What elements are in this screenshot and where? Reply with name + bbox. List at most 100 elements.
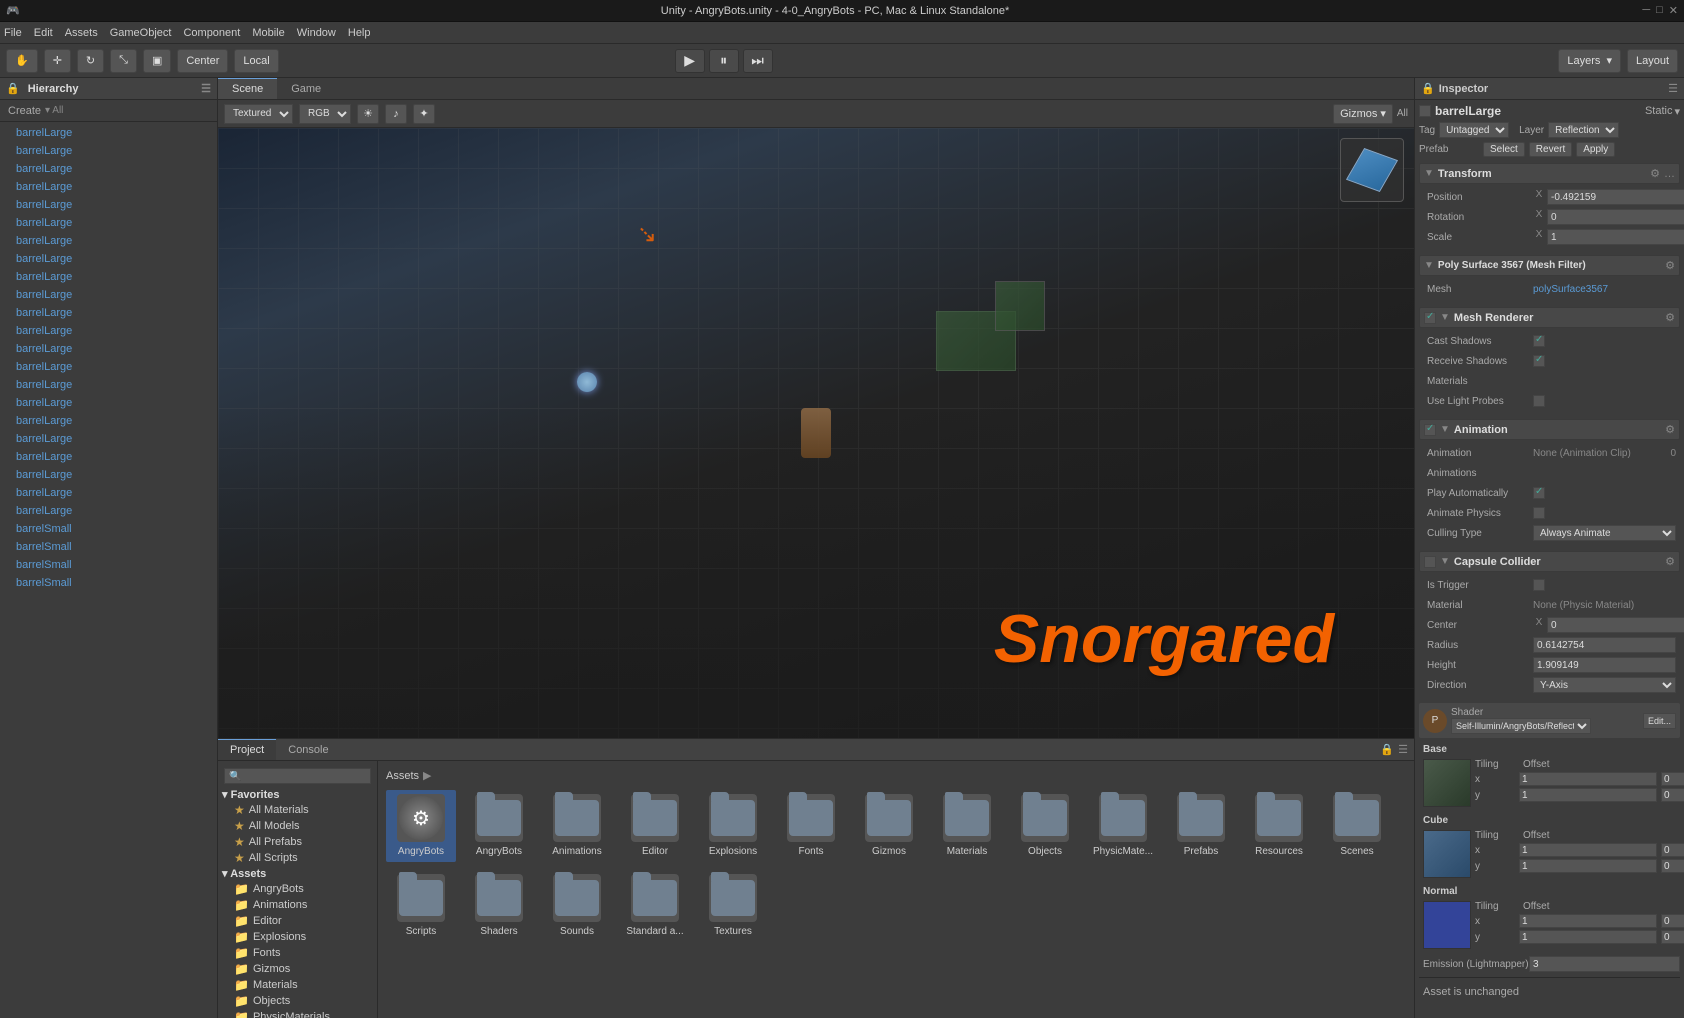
- pos-x-field[interactable]: [1547, 189, 1684, 205]
- hierarchy-list-item[interactable]: barrelLarge: [0, 484, 217, 502]
- project-favorites-header[interactable]: ▾ Favorites: [218, 787, 377, 802]
- close-btn[interactable]: ✕: [1669, 4, 1678, 17]
- layer-select[interactable]: Reflection: [1548, 122, 1619, 138]
- menu-help[interactable]: Help: [348, 27, 371, 39]
- asset-grid-item[interactable]: Scripts: [386, 870, 456, 942]
- game-tab[interactable]: Game: [277, 78, 335, 99]
- cube-tile-y[interactable]: [1519, 859, 1657, 873]
- asset-grid-item[interactable]: ⚙ AngryBots: [386, 790, 456, 862]
- scene-gizmo-cube[interactable]: [1340, 138, 1404, 202]
- project-tab[interactable]: Project: [218, 739, 276, 760]
- menu-gameobject[interactable]: GameObject: [110, 27, 172, 39]
- cast-shadows-checkbox[interactable]: [1533, 335, 1545, 347]
- asset-grid-item[interactable]: PhysicMate...: [1088, 790, 1158, 862]
- color-mode-select[interactable]: RGB: [299, 104, 351, 124]
- object-enabled-checkbox[interactable]: [1419, 105, 1431, 117]
- animation-component-header[interactable]: ▼ Animation ⚙: [1419, 419, 1680, 440]
- inspector-menu-icon[interactable]: ☰: [1668, 82, 1678, 95]
- hierarchy-list-item[interactable]: barrelSmall: [0, 556, 217, 574]
- prefab-apply-btn[interactable]: Apply: [1576, 142, 1615, 157]
- move-tool-btn[interactable]: ✛: [44, 49, 71, 73]
- hierarchy-list-item[interactable]: barrelLarge: [0, 142, 217, 160]
- use-light-probes-checkbox[interactable]: [1533, 395, 1545, 407]
- mesh-filter-header[interactable]: ▼ Poly Surface 3567 (Mesh Filter) ⚙: [1419, 255, 1680, 276]
- minimize-btn[interactable]: ─: [1642, 4, 1650, 17]
- is-trigger-checkbox[interactable]: [1533, 579, 1545, 591]
- render-mode-select[interactable]: Textured: [224, 104, 293, 124]
- project-tree-item[interactable]: 📁Fonts: [218, 945, 377, 961]
- hierarchy-list-item[interactable]: barrelLarge: [0, 322, 217, 340]
- base-texture-thumb[interactable]: [1423, 759, 1471, 807]
- asset-grid-item[interactable]: Animations: [542, 790, 612, 862]
- cube-tile-x[interactable]: [1519, 843, 1657, 857]
- menu-window[interactable]: Window: [297, 27, 336, 39]
- mesh-filter-settings-icon[interactable]: ⚙: [1665, 259, 1675, 272]
- receive-shadows-checkbox[interactable]: [1533, 355, 1545, 367]
- mesh-renderer-settings-icon[interactable]: ⚙: [1665, 311, 1675, 324]
- project-tree-item[interactable]: 📁Objects: [218, 993, 377, 1009]
- hand-tool-btn[interactable]: ✋: [6, 49, 38, 73]
- hierarchy-list-item[interactable]: barrelLarge: [0, 358, 217, 376]
- scene-lighting-btn[interactable]: ☀: [357, 104, 379, 124]
- project-tree-item[interactable]: 📁Explosions: [218, 929, 377, 945]
- prefab-select-btn[interactable]: Select: [1483, 142, 1525, 157]
- menu-component[interactable]: Component: [183, 27, 240, 39]
- menu-edit[interactable]: Edit: [34, 27, 53, 39]
- asset-grid-item[interactable]: Sounds: [542, 870, 612, 942]
- hierarchy-list-item[interactable]: barrelLarge: [0, 412, 217, 430]
- hierarchy-menu-icon[interactable]: ☰: [201, 82, 211, 95]
- transform-component-header[interactable]: ▼ Transform ⚙ …: [1419, 163, 1680, 184]
- scale-tool-btn[interactable]: ⤡: [110, 49, 137, 73]
- project-all-models[interactable]: ★ All Models: [218, 818, 377, 834]
- base-tile-x[interactable]: [1519, 772, 1657, 786]
- asset-grid-item[interactable]: AngryBots: [464, 790, 534, 862]
- menu-assets[interactable]: Assets: [65, 27, 98, 39]
- project-search-input[interactable]: [224, 768, 371, 784]
- center-x-field[interactable]: [1547, 617, 1684, 633]
- hierarchy-list-item[interactable]: barrelLarge: [0, 268, 217, 286]
- norm-tile-x[interactable]: [1519, 914, 1657, 928]
- rect-tool-btn[interactable]: ▣: [143, 49, 171, 73]
- project-tree-item[interactable]: 📁AngryBots: [218, 881, 377, 897]
- project-tree-item[interactable]: 📁Animations: [218, 897, 377, 913]
- maximize-btn[interactable]: □: [1656, 4, 1663, 17]
- viewport[interactable]: ⇢ Snorgared: [218, 128, 1414, 738]
- norm-tile-y[interactable]: [1519, 930, 1657, 944]
- norm-off-x[interactable]: [1661, 914, 1684, 928]
- cube-off-x[interactable]: [1661, 843, 1684, 857]
- shader-edit-btn[interactable]: Edit...: [1643, 713, 1676, 729]
- mesh-renderer-enabled[interactable]: [1424, 312, 1436, 324]
- shader-select[interactable]: Self-Illumin/AngryBots/Reflective: [1451, 718, 1591, 734]
- asset-grid-item[interactable]: Editor: [620, 790, 690, 862]
- asset-grid-item[interactable]: Prefabs: [1166, 790, 1236, 862]
- hierarchy-list-item[interactable]: barrelLarge: [0, 286, 217, 304]
- scene-effects-btn[interactable]: ✦: [413, 104, 435, 124]
- hierarchy-list-item[interactable]: barrelLarge: [0, 196, 217, 214]
- asset-grid-item[interactable]: Textures: [698, 870, 768, 942]
- hierarchy-list-item[interactable]: barrelLarge: [0, 250, 217, 268]
- static-badge[interactable]: Static ▾: [1645, 105, 1680, 118]
- hierarchy-list-item[interactable]: barrelSmall: [0, 538, 217, 556]
- asset-grid-item[interactable]: Gizmos: [854, 790, 924, 862]
- project-all-scripts[interactable]: ★ All Scripts: [218, 850, 377, 866]
- culling-type-select[interactable]: Always Animate: [1533, 525, 1676, 541]
- height-field[interactable]: [1533, 657, 1676, 673]
- capsule-settings-icon[interactable]: ⚙: [1665, 555, 1675, 568]
- hierarchy-list-item[interactable]: barrelLarge: [0, 160, 217, 178]
- capsule-collider-header[interactable]: ▼ Capsule Collider ⚙: [1419, 551, 1680, 572]
- layers-dropdown[interactable]: Layers ▾: [1558, 49, 1621, 73]
- hierarchy-create-btn[interactable]: Create: [4, 105, 45, 117]
- window-controls[interactable]: ─ □ ✕: [1642, 4, 1678, 17]
- project-tree-item[interactable]: 📁Editor: [218, 913, 377, 929]
- play-auto-checkbox[interactable]: [1533, 487, 1545, 499]
- layout-button[interactable]: Layout: [1627, 49, 1678, 73]
- asset-grid-item[interactable]: Standard a...: [620, 870, 690, 942]
- asset-grid-item[interactable]: Objects: [1010, 790, 1080, 862]
- base-off-y[interactable]: [1661, 788, 1684, 802]
- asset-grid-item[interactable]: Explosions: [698, 790, 768, 862]
- scene-tab[interactable]: Scene: [218, 78, 277, 99]
- capsule-collider-enabled[interactable]: [1424, 556, 1436, 568]
- hierarchy-list-item[interactable]: barrelLarge: [0, 214, 217, 232]
- scale-x-field[interactable]: [1547, 229, 1684, 245]
- asset-grid-item[interactable]: Scenes: [1322, 790, 1392, 862]
